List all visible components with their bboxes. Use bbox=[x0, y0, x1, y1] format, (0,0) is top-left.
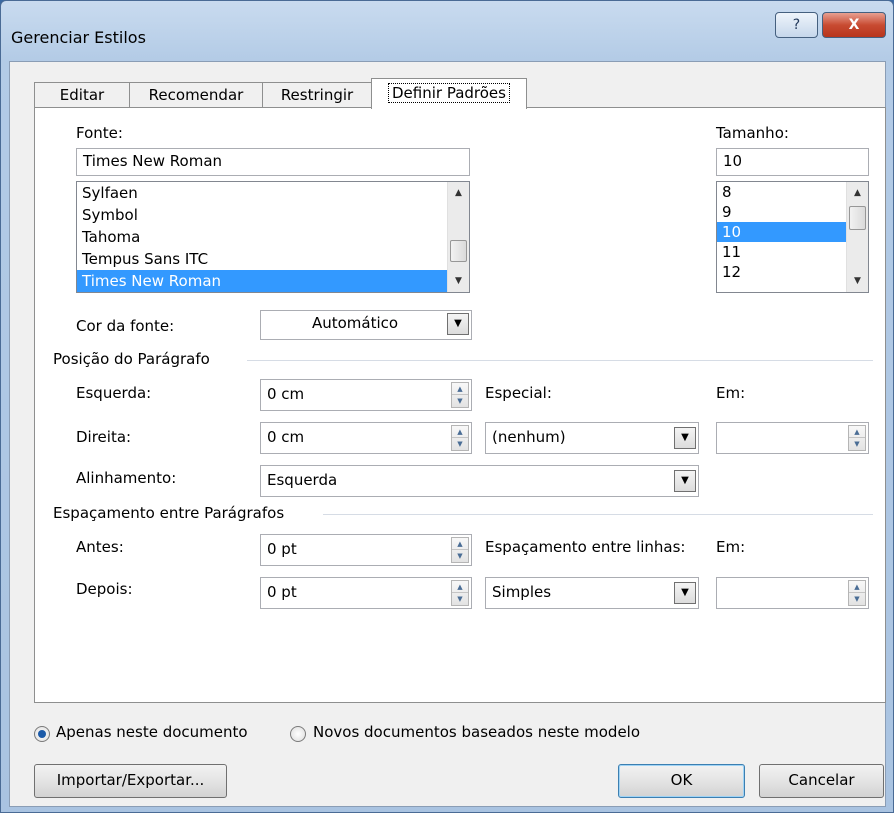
space-after-spinner[interactable]: 0 pt ▲ ▼ bbox=[260, 577, 472, 609]
space-after-label: Depois: bbox=[76, 580, 133, 598]
scope-new-documents-radio[interactable] bbox=[290, 726, 306, 742]
list-item[interactable]: Sylfaen bbox=[77, 182, 469, 204]
spin-down-icon[interactable]: ▼ bbox=[849, 438, 865, 450]
scroll-down-icon[interactable]: ▼ bbox=[847, 272, 868, 290]
scroll-up-icon[interactable]: ▲ bbox=[847, 184, 868, 202]
size-label: Tamanho: bbox=[716, 124, 789, 142]
group-divider bbox=[247, 360, 873, 361]
title-bar[interactable]: Gerenciar Estilos ? X bbox=[1, 1, 893, 61]
spinner-buttons[interactable]: ▲ ▼ bbox=[451, 537, 469, 563]
font-list-scrollbar[interactable]: ▲ ▼ bbox=[447, 182, 469, 292]
font-list[interactable]: Sylfaen Symbol Tahoma Tempus Sans ITC Ti… bbox=[76, 181, 470, 293]
special-em-label: Em: bbox=[716, 384, 746, 402]
scope-new-documents-label[interactable]: Novos documentos baseados neste modelo bbox=[313, 723, 640, 741]
special-dropdown[interactable]: (nenhum) ▼ bbox=[485, 422, 699, 454]
line-spacing-label: Espaçamento entre linhas: bbox=[485, 538, 686, 556]
close-icon: X bbox=[848, 17, 860, 33]
spin-down-icon[interactable]: ▼ bbox=[452, 593, 468, 605]
special-label: Especial: bbox=[485, 384, 552, 402]
line-spacing-dropdown[interactable]: Simples ▼ bbox=[485, 577, 699, 609]
left-indent-label: Esquerda: bbox=[76, 384, 152, 402]
paragraph-position-group-title: Posição do Parágrafo bbox=[53, 350, 210, 368]
tab-editar[interactable]: Editar bbox=[34, 82, 130, 108]
chevron-down-icon[interactable]: ▼ bbox=[674, 427, 696, 449]
line-spacing-em-label: Em: bbox=[716, 538, 746, 556]
spinner-buttons[interactable]: ▲ ▼ bbox=[848, 580, 866, 606]
alignment-value: Esquerda bbox=[267, 471, 338, 489]
space-before-value: 0 pt bbox=[267, 540, 297, 558]
scroll-up-icon[interactable]: ▲ bbox=[448, 184, 469, 202]
chevron-down-icon[interactable]: ▼ bbox=[674, 470, 696, 492]
ok-button[interactable]: OK bbox=[618, 764, 745, 798]
scroll-thumb[interactable] bbox=[450, 240, 467, 262]
chevron-down-icon[interactable]: ▼ bbox=[447, 313, 469, 335]
alignment-label: Alinhamento: bbox=[76, 469, 177, 487]
spin-up-icon[interactable]: ▲ bbox=[849, 581, 865, 593]
tab-definir-padroes[interactable]: Definir Padrões bbox=[371, 78, 527, 109]
line-spacing-value: Simples bbox=[492, 583, 552, 601]
right-indent-spinner[interactable]: 0 cm ▲ ▼ bbox=[260, 422, 472, 454]
spin-down-icon[interactable]: ▼ bbox=[452, 438, 468, 450]
dialog-body: Editar Recomendar Restringir Definir Pad… bbox=[9, 61, 886, 807]
spin-up-icon[interactable]: ▲ bbox=[452, 426, 468, 438]
size-list[interactable]: 8 9 10 11 12 ▲ ▼ bbox=[716, 181, 869, 293]
spin-down-icon[interactable]: ▼ bbox=[452, 550, 468, 562]
space-after-value: 0 pt bbox=[267, 583, 297, 601]
list-item-selected[interactable]: Times New Roman bbox=[77, 270, 447, 292]
spinner-buttons[interactable]: ▲ ▼ bbox=[451, 425, 469, 451]
tab-recomendar[interactable]: Recomendar bbox=[129, 82, 263, 108]
paragraph-spacing-group-title: Espaçamento entre Parágrafos bbox=[53, 504, 285, 522]
list-item-selected[interactable]: 10 bbox=[717, 222, 846, 242]
tab-restringir[interactable]: Restringir bbox=[262, 82, 372, 108]
spin-up-icon[interactable]: ▲ bbox=[849, 426, 865, 438]
font-name-input[interactable]: Times New Roman bbox=[76, 148, 470, 176]
alignment-dropdown[interactable]: Esquerda ▼ bbox=[260, 465, 699, 497]
help-icon: ? bbox=[792, 17, 801, 33]
special-value: (nenhum) bbox=[492, 428, 566, 446]
special-em-spinner[interactable]: ▲ ▼ bbox=[716, 422, 869, 454]
spinner-buttons[interactable]: ▲ ▼ bbox=[848, 425, 866, 451]
tab-label: Definir Padrões bbox=[388, 83, 510, 103]
size-list-scrollbar[interactable]: ▲ ▼ bbox=[846, 182, 868, 292]
manage-styles-dialog: Gerenciar Estilos ? X Editar Recomendar … bbox=[0, 0, 894, 813]
list-item[interactable]: Symbol bbox=[77, 204, 469, 226]
spin-up-icon[interactable]: ▲ bbox=[452, 581, 468, 593]
font-color-label: Cor da fonte: bbox=[76, 317, 175, 335]
scroll-thumb[interactable] bbox=[849, 206, 866, 230]
scope-this-document-radio[interactable] bbox=[34, 726, 50, 742]
size-input[interactable]: 10 bbox=[716, 148, 869, 176]
tab-label: Editar bbox=[59, 86, 105, 104]
right-indent-value: 0 cm bbox=[267, 428, 305, 446]
help-button[interactable]: ? bbox=[775, 12, 818, 38]
scroll-down-icon[interactable]: ▼ bbox=[448, 272, 469, 290]
cancel-button[interactable]: Cancelar bbox=[759, 764, 884, 798]
list-item[interactable]: Tahoma bbox=[77, 226, 469, 248]
spin-up-icon[interactable]: ▲ bbox=[452, 538, 468, 550]
tab-label: Restringir bbox=[280, 86, 354, 104]
dialog-title: Gerenciar Estilos bbox=[11, 28, 146, 47]
group-divider bbox=[323, 514, 873, 515]
spinner-buttons[interactable]: ▲ ▼ bbox=[451, 580, 469, 606]
space-before-spinner[interactable]: 0 pt ▲ ▼ bbox=[260, 534, 472, 566]
space-before-label: Antes: bbox=[76, 538, 124, 556]
spin-up-icon[interactable]: ▲ bbox=[452, 383, 468, 395]
import-export-button[interactable]: Importar/Exportar... bbox=[34, 764, 227, 798]
font-color-dropdown[interactable]: Automático ▼ bbox=[260, 310, 472, 340]
left-indent-value: 0 cm bbox=[267, 385, 305, 403]
list-item[interactable]: Tempus Sans ITC bbox=[77, 248, 469, 270]
spin-down-icon[interactable]: ▼ bbox=[849, 593, 865, 605]
tab-panel-definir-padroes: Fonte: Times New Roman Sylfaen Symbol Ta… bbox=[34, 107, 886, 703]
line-spacing-em-spinner[interactable]: ▲ ▼ bbox=[716, 577, 869, 609]
font-color-value: Automático bbox=[311, 314, 399, 332]
scope-this-document-label[interactable]: Apenas neste documento bbox=[56, 723, 248, 741]
tab-label: Recomendar bbox=[148, 86, 244, 104]
spin-down-icon[interactable]: ▼ bbox=[452, 395, 468, 407]
close-button[interactable]: X bbox=[822, 12, 886, 38]
right-indent-label: Direita: bbox=[76, 428, 132, 446]
chevron-down-icon[interactable]: ▼ bbox=[674, 582, 696, 604]
font-label: Fonte: bbox=[76, 124, 123, 142]
spinner-buttons[interactable]: ▲ ▼ bbox=[451, 382, 469, 408]
left-indent-spinner[interactable]: 0 cm ▲ ▼ bbox=[260, 379, 472, 411]
